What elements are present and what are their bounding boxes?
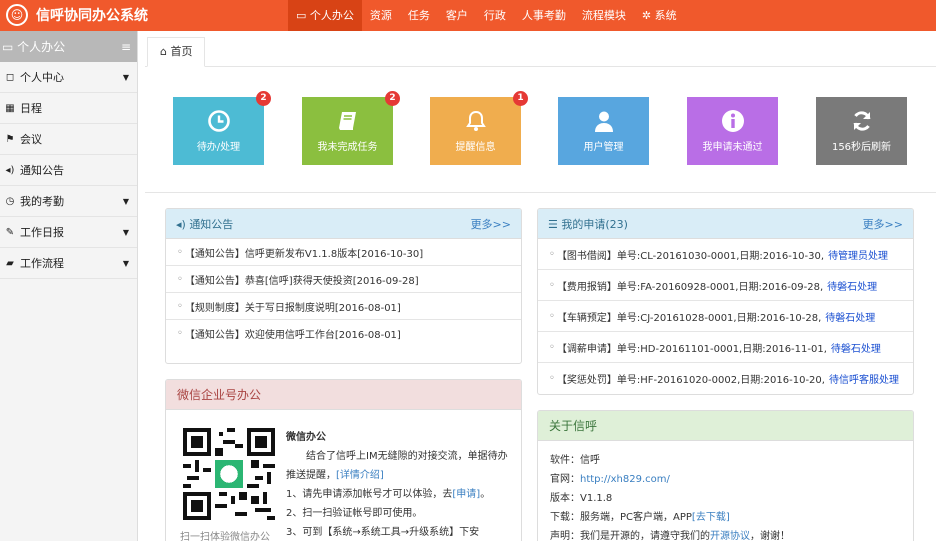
tab-home[interactable]: ⌂ 首页 bbox=[147, 37, 206, 67]
tile-reminder-badge: 1 bbox=[513, 91, 528, 106]
site-link[interactable]: http://xh829.com/ bbox=[580, 474, 670, 485]
book-icon bbox=[338, 112, 356, 130]
notice-more-link[interactable]: 更多>> bbox=[471, 216, 511, 232]
divider bbox=[145, 192, 936, 193]
status-link[interactable]: 待信呼客服处理 bbox=[829, 371, 899, 386]
tile-refresh[interactable]: 156秒后刷新 bbox=[816, 97, 907, 165]
wechat-intro: 微信办公 结合了信呼上IM无缝隙的对接交流，单据待办推送提醒，[详情介绍] 1、… bbox=[286, 428, 516, 541]
clock-icon bbox=[207, 110, 230, 132]
menu-toggle-icon[interactable]: ≡ bbox=[121, 40, 131, 54]
book-icon: ▰ bbox=[6, 257, 14, 269]
clock-icon: ◷ bbox=[5, 195, 15, 207]
caret-down-icon: ▼ bbox=[122, 227, 129, 237]
qr-caption: 扫一扫体验微信办公 bbox=[180, 532, 270, 541]
sidebar: ▭ 个人办公 ≡ ◻ 个人中心 ▼ ▦ 日程 ⚑ 会议 ◂) 通知公告 ◷ 我的考勤 ▼ ✎ 工… bbox=[0, 31, 138, 541]
status-link[interactable]: 待磐石处理 bbox=[831, 340, 881, 355]
user-icon bbox=[594, 111, 613, 132]
tab-bar: ⌂ 首页 bbox=[145, 31, 936, 67]
sidebar-item-schedule[interactable]: ▦ 日程 bbox=[0, 93, 137, 124]
status-link[interactable]: 待磐石处理 bbox=[827, 278, 877, 293]
about-panel-header: 关于信呼 bbox=[538, 411, 913, 441]
notice-panel: ◂) 通知公告 更多>> ◦ 【通知公告】信呼更新发布V1.1.8版本[2016-… bbox=[165, 208, 522, 364]
apply-panel-header: ☰ 我的申请(23) 更多>> bbox=[538, 209, 913, 239]
gear-icon: ✲ bbox=[641, 9, 655, 22]
apply-panel: ☰ 我的申请(23) 更多>> ◦ 【图书借阅】单号:CL-20161030-00… bbox=[537, 208, 914, 395]
caret-down-icon: ▼ bbox=[122, 196, 129, 206]
tile-rejected[interactable]: 我申请未通过 bbox=[687, 97, 778, 165]
list-item[interactable]: ◦ 【图书借阅】单号:CL-20161030-0001,日期:2016-10-30… bbox=[538, 239, 913, 270]
tile-unfinished-task-badge: 2 bbox=[385, 91, 400, 106]
list-item[interactable]: ◦ 【调薪申请】单号:HD-20161101-0001,日期:2016-11-01… bbox=[538, 332, 913, 363]
app-title: 信呼协同办公系统 bbox=[36, 8, 148, 24]
flag-icon: ⚑ bbox=[5, 133, 15, 145]
sidebar-header: ▭ 个人办公 ≡ bbox=[0, 31, 137, 62]
caret-down-icon: ▼ bbox=[122, 258, 129, 268]
refresh-icon bbox=[853, 111, 870, 131]
wechat-panel: 微信企业号办公 扫一扫体验微信办公 微信办公 结合了信呼上IM无缝隙的对接交流，… bbox=[165, 379, 522, 541]
apply-link[interactable]: [申请] bbox=[452, 489, 480, 500]
status-link[interactable]: 待管理员处理 bbox=[828, 247, 888, 262]
list-item[interactable]: ◦ 【通知公告】信呼更新发布V1.1.8版本[2016-10-30] bbox=[166, 239, 521, 266]
download-link[interactable]: [去下载] bbox=[692, 512, 730, 523]
sidebar-item-workflow[interactable]: ▰ 工作流程 ▼ bbox=[0, 248, 137, 279]
wechat-subtitle: 微信办公 bbox=[286, 432, 326, 443]
list-item[interactable]: ◦ 【通知公告】欢迎使用信呼工作台[2016-08-01] bbox=[166, 320, 521, 347]
tile-unfinished-task[interactable]: 我未完成任务 2 bbox=[302, 91, 400, 165]
topnav-item-customer[interactable]: 客户 bbox=[438, 0, 476, 31]
sidebar-item-attendance[interactable]: ◷ 我的考勤 ▼ bbox=[0, 186, 137, 217]
topnav-item-flow[interactable]: 流程模块 bbox=[574, 0, 634, 31]
monitor-icon: ▭ bbox=[2, 40, 18, 54]
list-item[interactable]: ◦ 【费用报销】单号:FA-20160928-0001,日期:2016-09-28… bbox=[538, 270, 913, 301]
speaker-icon: ◂) bbox=[176, 217, 190, 231]
calendar-icon: ▦ bbox=[5, 102, 15, 114]
list-item[interactable]: ◦ 【奖惩处罚】单号:HF-20161020-0002,日期:2016-10-20… bbox=[538, 363, 913, 394]
top-nav: ▭ 个人办公 资源 任务 客户 行政 人事考勤 流程模块 ✲ 系统 bbox=[288, 0, 685, 31]
caret-down-icon: ▼ bbox=[122, 72, 129, 82]
brand[interactable]: ☺ 信呼协同办公系统 bbox=[6, 4, 148, 26]
list-icon: ☰ bbox=[548, 217, 562, 231]
topnav-item-personal[interactable]: ▭ 个人办公 bbox=[288, 0, 362, 31]
bookmark-icon: ◻ bbox=[5, 71, 15, 83]
wechat-panel-header: 微信企业号办公 bbox=[166, 380, 521, 410]
qr-code-icon bbox=[183, 428, 275, 520]
apply-more-link[interactable]: 更多>> bbox=[863, 216, 903, 232]
tile-reminder[interactable]: 提醒信息 1 bbox=[430, 91, 528, 165]
detail-link[interactable]: [详情介绍] bbox=[336, 470, 384, 481]
sidebar-item-meeting[interactable]: ⚑ 会议 bbox=[0, 124, 137, 155]
list-item[interactable]: ◦ 【车辆预定】单号:CJ-20161028-0001,日期:2016-10-28… bbox=[538, 301, 913, 332]
license-link[interactable]: 开源协议 bbox=[710, 531, 750, 541]
sidebar-item-notice[interactable]: ◂) 通知公告 bbox=[0, 155, 137, 186]
topnav-item-admin[interactable]: 行政 bbox=[476, 0, 514, 31]
notice-panel-header: ◂) 通知公告 更多>> bbox=[166, 209, 521, 239]
info-icon bbox=[721, 110, 744, 132]
topnav-item-system[interactable]: ✲ 系统 bbox=[634, 0, 685, 31]
tile-user-manage[interactable]: 用户管理 bbox=[558, 97, 649, 165]
edit-icon: ✎ bbox=[5, 226, 15, 238]
tile-todo-badge: 2 bbox=[256, 91, 271, 106]
about-panel: 关于信呼 软件：信呼 官网：http://xh829.com/ 版本：V1.1.… bbox=[537, 410, 914, 541]
tile-todo[interactable]: 待办/处理 2 bbox=[173, 91, 271, 165]
sidebar-item-daily-report[interactable]: ✎ 工作日报 ▼ bbox=[0, 217, 137, 248]
speaker-icon: ◂) bbox=[5, 164, 15, 176]
logo-icon: ☺ bbox=[6, 4, 28, 26]
sidebar-item-personal-center[interactable]: ◻ 个人中心 ▼ bbox=[0, 62, 137, 93]
topnav-item-hr[interactable]: 人事考勤 bbox=[514, 0, 574, 31]
list-item[interactable]: ◦ 【通知公告】恭喜[信呼]获得天使投资[2016-09-28] bbox=[166, 266, 521, 293]
home-icon: ⌂ bbox=[160, 45, 171, 58]
list-item[interactable]: ◦ 【规则制度】关于写日报制度说明[2016-08-01] bbox=[166, 293, 521, 320]
about-body: 软件：信呼 官网：http://xh829.com/ 版本：V1.1.8 下载：… bbox=[550, 455, 790, 541]
topnav-item-resource[interactable]: 资源 bbox=[362, 0, 400, 31]
bell-icon bbox=[465, 110, 486, 131]
status-link[interactable]: 待磐石处理 bbox=[825, 309, 875, 324]
monitor-icon: ▭ bbox=[296, 9, 310, 22]
topnav-item-task[interactable]: 任务 bbox=[400, 0, 438, 31]
top-bar: ☺ 信呼协同办公系统 ▭ 个人办公 资源 任务 客户 行政 人事考勤 流程模块 … bbox=[0, 0, 936, 31]
